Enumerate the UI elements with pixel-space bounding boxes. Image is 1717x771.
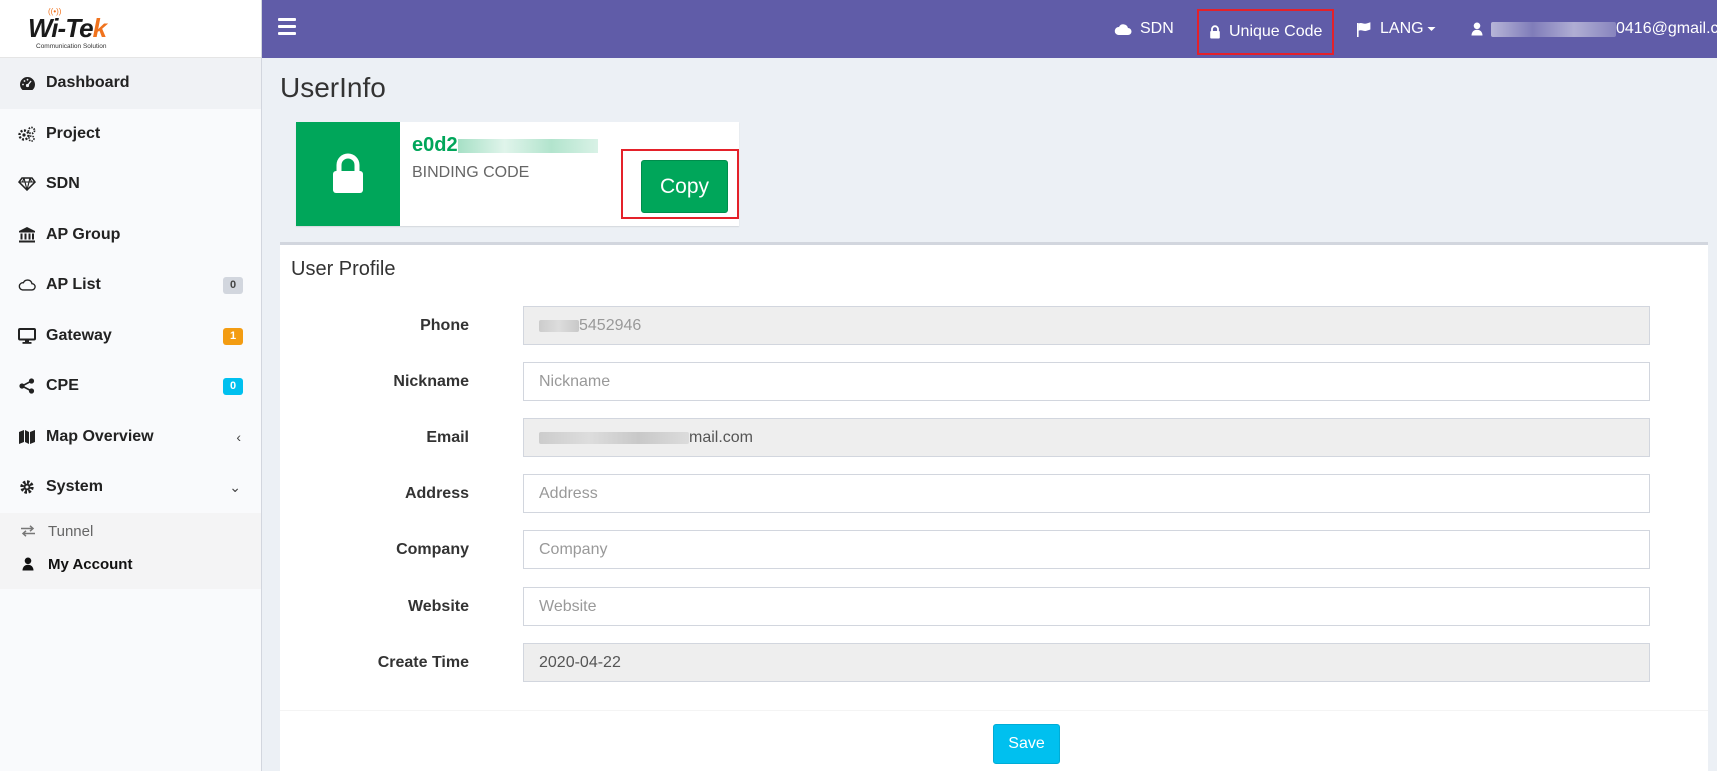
chevron-down-icon: ⌄	[229, 479, 241, 495]
sidebar-subitem-label: Tunnel	[48, 522, 94, 540]
create-time-row: Create Time 2020-04-22	[280, 643, 1708, 683]
address-field[interactable]	[523, 474, 1650, 513]
email-label: Email	[426, 429, 469, 446]
sidebar-menu: Dashboard Project SDN AP Group AP List 0…	[0, 58, 261, 513]
company-field[interactable]	[523, 530, 1650, 569]
website-row: Website	[280, 587, 1708, 627]
profile-title: User Profile	[291, 258, 396, 280]
sidebar-item-cpe[interactable]: CPE 0	[0, 361, 261, 412]
email-row: Email mail.com	[280, 418, 1708, 458]
sidebar-item-tunnel[interactable]: Tunnel	[0, 515, 261, 548]
sidebar-item-my-account[interactable]: My Account	[0, 548, 261, 581]
sidebar-subitem-label: My Account	[48, 555, 133, 573]
bank-icon	[18, 226, 36, 244]
binding-code-label: BINDING CODE	[412, 164, 530, 181]
exchange-icon	[20, 525, 36, 537]
phone-row: Phone 5452946	[280, 306, 1708, 346]
company-row: Company	[280, 530, 1708, 570]
user-profile-box: User Profile Phone 5452946 Nickname Emai…	[280, 242, 1708, 771]
cloud-icon	[18, 276, 36, 294]
sidebar-item-gateway[interactable]: Gateway 1	[0, 311, 261, 362]
phone-value: 5452946	[539, 317, 641, 335]
share-icon	[18, 377, 36, 395]
save-button[interactable]: Save	[993, 724, 1060, 764]
nickname-label: Nickname	[393, 373, 469, 390]
sidebar-item-map-overview[interactable]: Map Overview ‹	[0, 412, 261, 463]
nav-language[interactable]: LANG	[1356, 0, 1436, 58]
chevron-left-icon: ‹	[236, 428, 241, 445]
sidebar: ((•)) Wi-Tek Communication Solution Dash…	[0, 0, 262, 771]
gateway-count-badge: 1	[223, 327, 243, 345]
top-navbar: SDN Unique Code LANG 0416@gmail.com	[262, 0, 1717, 58]
sidebar-item-label: Map Overview	[46, 427, 154, 445]
cloud-icon	[1114, 23, 1132, 35]
create-time-value: 2020-04-22	[539, 654, 621, 671]
dashboard-icon	[18, 74, 36, 92]
phone-field	[523, 306, 1650, 345]
lock-icon	[333, 153, 363, 193]
email-value: mail.com	[539, 429, 753, 447]
desktop-icon	[18, 327, 36, 345]
sidebar-item-dashboard[interactable]: Dashboard	[0, 58, 261, 109]
sidebar-item-ap-group[interactable]: AP Group	[0, 210, 261, 261]
caret-down-icon	[1427, 27, 1436, 31]
copy-button[interactable]: Copy	[641, 160, 728, 213]
website-label: Website	[407, 598, 469, 615]
redacted-email-prefix	[1491, 21, 1616, 37]
address-row: Address	[280, 474, 1708, 514]
nav-language-label: LANG	[1380, 20, 1424, 37]
sidebar-item-label: System	[46, 478, 103, 496]
diamond-icon	[18, 175, 36, 193]
sidebar-item-label: SDN	[46, 175, 80, 193]
sidebar-item-system[interactable]: System ⌄	[0, 462, 261, 513]
sidebar-item-project[interactable]: Project	[0, 109, 261, 160]
company-label: Company	[396, 541, 469, 558]
lock-icon-box	[296, 122, 400, 226]
logo-text: Wi-Tek	[28, 12, 107, 43]
nav-user-menu[interactable]: 0416@gmail.com	[1471, 0, 1717, 58]
nav-sdn-label: SDN	[1140, 20, 1174, 37]
sidebar-item-label: Project	[46, 124, 101, 142]
nickname-field[interactable]	[523, 362, 1650, 401]
sidebar-item-ap-list[interactable]: AP List 0	[0, 260, 261, 311]
copy-highlight-frame: Copy	[621, 149, 739, 219]
menu-toggle-icon[interactable]	[278, 18, 296, 38]
box-footer	[280, 710, 1708, 711]
nav-sdn[interactable]: SDN	[1114, 0, 1174, 58]
nav-unique-code-label: Unique Code	[1229, 23, 1323, 40]
gear-icon	[18, 478, 36, 496]
map-icon	[18, 428, 36, 446]
user-icon	[1471, 22, 1483, 36]
sidebar-item-label: Dashboard	[46, 74, 130, 92]
logo-tagline: Communication Solution	[36, 42, 107, 50]
website-field[interactable]	[523, 587, 1650, 626]
sidebar-item-sdn[interactable]: SDN	[0, 159, 261, 210]
create-time-label: Create Time	[377, 654, 469, 671]
lock-icon	[1210, 25, 1220, 39]
user-icon	[20, 557, 36, 571]
redacted-phone	[539, 319, 579, 332]
sidebar-item-label: AP List	[46, 276, 101, 294]
address-label: Address	[404, 485, 469, 502]
redacted-email	[539, 431, 689, 444]
nickname-row: Nickname	[280, 362, 1708, 402]
binding-code-card: e0d2 BINDING CODE Copy	[296, 122, 739, 226]
nav-unique-code[interactable]: Unique Code	[1197, 9, 1335, 55]
logo[interactable]: ((•)) Wi-Tek Communication Solution	[0, 0, 261, 58]
page-title: UserInfo	[280, 72, 386, 103]
sidebar-item-label: AP Group	[46, 225, 121, 243]
nav-user-email: 0416@gmail.com	[1616, 20, 1717, 37]
flag-icon	[1357, 21, 1371, 37]
gears-icon	[18, 125, 36, 143]
phone-label: Phone	[420, 317, 469, 334]
ap-count-badge: 0	[223, 277, 243, 294]
sidebar-item-label: CPE	[46, 377, 79, 395]
system-submenu: Tunnel My Account	[0, 512, 261, 589]
create-time-field	[523, 643, 1650, 682]
redacted-code	[457, 138, 598, 153]
binding-code-value: e0d2	[412, 134, 598, 157]
cpe-count-badge: 0	[223, 378, 243, 395]
sidebar-item-label: Gateway	[46, 326, 112, 344]
